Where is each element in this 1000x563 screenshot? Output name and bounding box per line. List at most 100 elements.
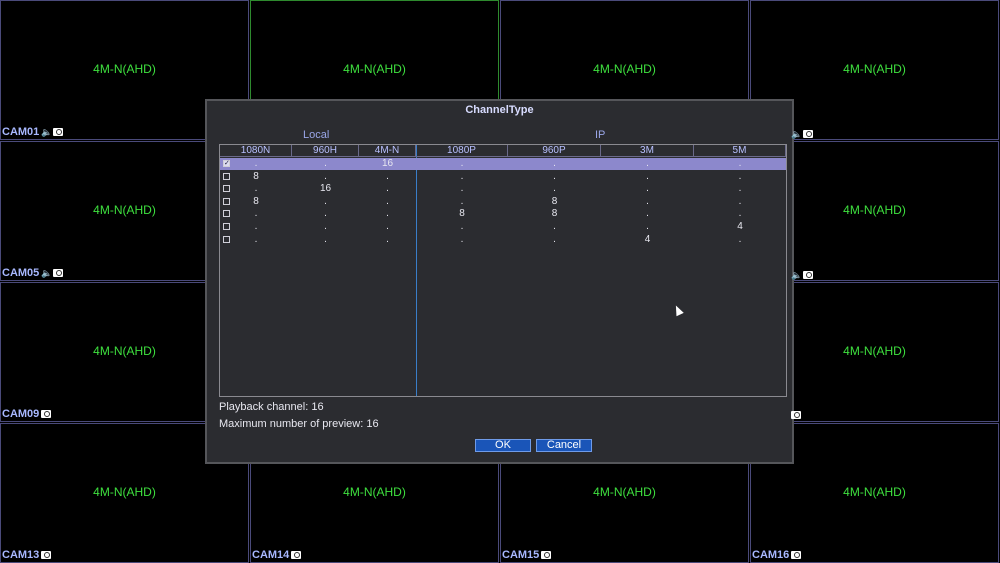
- channel-count-cell: .: [646, 221, 649, 232]
- channel-count-cell: .: [254, 221, 258, 232]
- camera-label: CAM09: [2, 408, 52, 420]
- channel-count-cell: .: [324, 208, 327, 220]
- channel-count-cell: 8: [551, 208, 558, 220]
- channel-type-row[interactable]: . 16.....: [220, 183, 786, 195]
- camera-resolution: 4M-N(AHD): [343, 485, 406, 499]
- camera-name: CAM15: [502, 549, 540, 561]
- camera-record-icon: [541, 551, 552, 559]
- camera-label: CAM15: [502, 549, 552, 561]
- channel-count-cell: .: [646, 170, 649, 182]
- channel-type-table: 1080N 960H 4M-N 1080P 960P 3M 5M ✓.. 16.... 8....…: [219, 144, 787, 397]
- channel-type-row[interactable]: 8......: [220, 171, 786, 183]
- channel-count-cell: .: [738, 183, 742, 195]
- channel-count-cell: .: [460, 233, 464, 245]
- channel-count-cell: .: [254, 208, 258, 220]
- channel-count-cell: .: [646, 183, 649, 195]
- channel-count-cell: 16: [319, 183, 332, 195]
- channel-count-cell: .: [646, 195, 649, 207]
- channel-count-cell: .: [460, 158, 464, 169]
- group-label-local: Local: [303, 129, 330, 141]
- camera-resolution: 4M-N(AHD): [93, 485, 156, 499]
- camera-label: CAM16: [752, 549, 802, 561]
- camera-record-icon: [41, 410, 52, 418]
- camera-resolution: 4M-N(AHD): [343, 62, 406, 76]
- channel-type-row[interactable]: 8... 8..: [220, 196, 786, 208]
- camera-resolution: 4M-N(AHD): [593, 485, 656, 499]
- channel-count-cell: .: [738, 158, 742, 169]
- camera-status-badge: 🔈: [791, 129, 813, 139]
- channel-count-cell: .: [738, 208, 742, 220]
- channel-count-cell: .: [738, 233, 742, 245]
- channel-count-cell: .: [386, 195, 389, 207]
- audio-icon: 🔈: [41, 127, 53, 137]
- channel-count-cell: .: [386, 221, 389, 232]
- channel-count-cell: .: [553, 221, 556, 232]
- channel-count-cell: .: [254, 233, 258, 245]
- channel-count-cell: .: [324, 158, 327, 169]
- channel-count-cell: .: [553, 158, 556, 169]
- audio-icon: 🔈: [41, 268, 53, 278]
- channel-count-cell: .: [254, 158, 258, 169]
- column-header: 4M-N: [359, 145, 416, 157]
- camera-name: CAM16: [752, 549, 790, 561]
- channel-count-cell: .: [553, 233, 556, 245]
- camera-status-badge: [791, 411, 801, 419]
- channel-count-cell: .: [646, 158, 649, 169]
- column-header: 960P: [508, 145, 601, 157]
- channel-type-row[interactable]: ... 8 8..: [220, 208, 786, 220]
- channel-type-row[interactable]: ✓.. 16....: [220, 158, 786, 170]
- channel-count-cell: .: [324, 170, 327, 182]
- camera-record-icon: [791, 551, 802, 559]
- audio-icon: 🔈: [791, 270, 803, 280]
- channel-count-cell: 4: [737, 221, 743, 232]
- channel-count-cell: .: [254, 183, 258, 195]
- group-label-ip: IP: [595, 129, 606, 141]
- camera-name: CAM01: [2, 126, 40, 138]
- camera-name: CAM14: [252, 549, 290, 561]
- channel-count-cell: .: [738, 170, 742, 182]
- playback-channel-text: Playback channel: 16: [219, 401, 324, 413]
- channel-count-cell: 8: [551, 195, 558, 207]
- dialog-title: ChannelType: [465, 104, 534, 116]
- channel-count-cell: .: [386, 183, 389, 195]
- channel-count-cell: 16: [381, 158, 394, 169]
- camera-name: CAM05: [2, 267, 40, 279]
- channel-count-cell: .: [738, 195, 742, 207]
- camera-label: CAM14: [252, 549, 302, 561]
- camera-name: CAM13: [2, 549, 40, 561]
- camera-record-icon: [41, 551, 52, 559]
- channel-count-cell: .: [553, 183, 556, 195]
- max-preview-text: Maximum number of preview: 16: [219, 418, 379, 430]
- camera-label: CAM13: [2, 549, 52, 561]
- column-header: 960H: [292, 145, 359, 157]
- camera-resolution: 4M-N(AHD): [843, 485, 906, 499]
- channel-count-cell: .: [460, 170, 464, 182]
- channel-count-cell: .: [386, 233, 389, 245]
- channel-count-cell: 4: [644, 233, 651, 245]
- column-header: 1080P: [416, 145, 508, 157]
- channel-type-row[interactable]: ..... 4.: [220, 234, 786, 246]
- camera-record-icon: [53, 128, 64, 136]
- channel-count-cell: .: [386, 170, 389, 182]
- camera-record-icon: [803, 130, 813, 138]
- channel-count-cell: .: [460, 183, 464, 195]
- ok-button[interactable]: OK: [475, 439, 531, 452]
- channel-count-cell: .: [324, 195, 327, 207]
- column-header: 1080N: [220, 145, 292, 157]
- channel-count-cell: .: [324, 221, 327, 232]
- audio-icon: 🔈: [791, 129, 803, 139]
- camera-record-icon: [291, 551, 302, 559]
- channel-count-cell: .: [553, 170, 556, 182]
- channel-count-cell: 8: [253, 195, 259, 207]
- camera-resolution: 4M-N(AHD): [593, 62, 656, 76]
- camera-label: CAM01 🔈: [2, 126, 64, 138]
- channel-type-dialog: ChannelType Local IP 1080N 960H 4M-N 1080P 9…: [205, 99, 794, 464]
- camera-name: CAM09: [2, 408, 40, 420]
- channel-count-cell: .: [646, 208, 649, 220]
- camera-status-badge: 🔈: [791, 270, 813, 280]
- column-header: 3M: [601, 145, 694, 157]
- channel-type-row[interactable]: ...... 4: [220, 221, 786, 233]
- camera-resolution: 4M-N(AHD): [843, 62, 906, 76]
- channel-count-cell: 8: [253, 170, 259, 182]
- cancel-button[interactable]: Cancel: [536, 439, 592, 452]
